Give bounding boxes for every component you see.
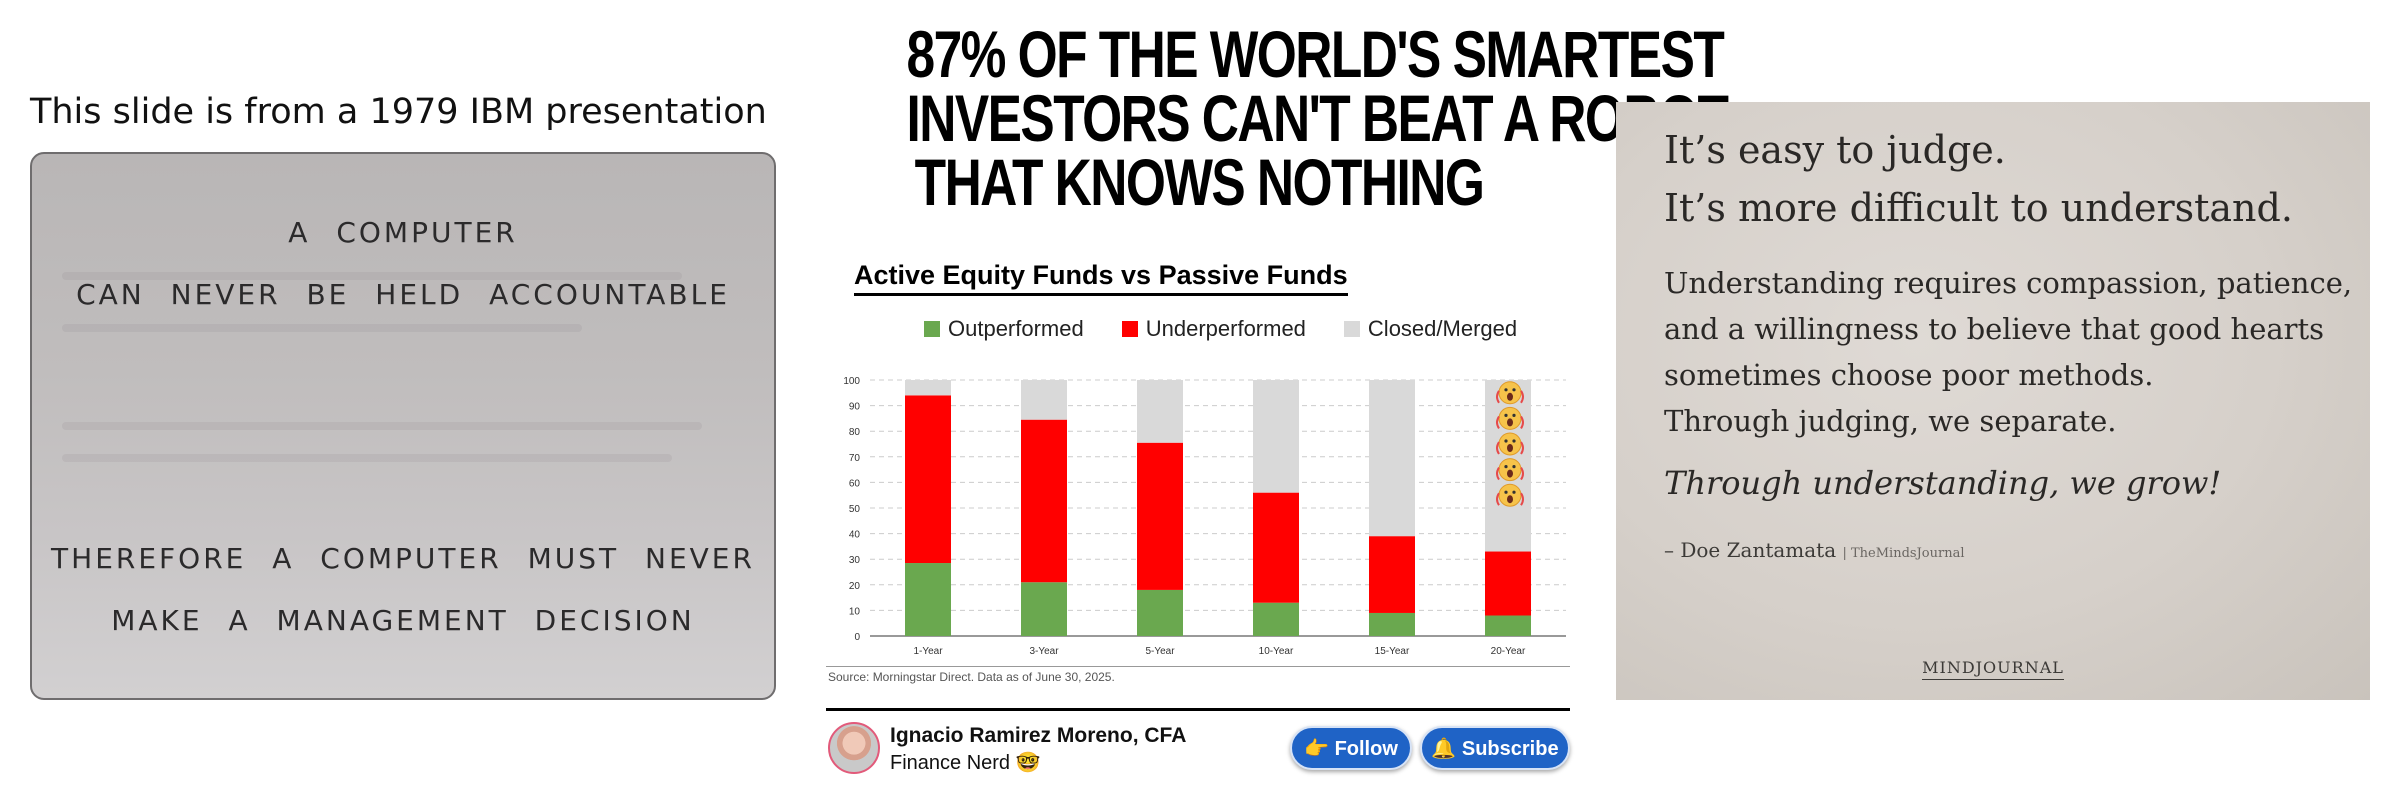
quote-panel: It’s easy to judge. It’s more difficult … [1616, 102, 2370, 700]
bar-segment-closed-merged [1253, 380, 1299, 493]
screaming-face-eye [1512, 490, 1516, 494]
brand-logo: MINDJOURNAL [1616, 658, 2370, 680]
subscribe-button[interactable]: 🔔 Subscribe [1420, 726, 1570, 770]
screaming-face-mouth [1507, 392, 1513, 401]
screaming-face-eye [1512, 465, 1516, 469]
stacked-bar-chart: 0 10 20 30 40 50 60 70 80 90 100 1-Year 3-Year 5-Year… [843, 376, 1566, 657]
bar-segment-outperformed [1253, 602, 1299, 636]
legend-label-underperformed: Underperformed [1145, 316, 1306, 341]
author-name[interactable]: Ignacio Ramirez Moreno, CFA [890, 724, 1186, 748]
screaming-face-mouth [1507, 418, 1513, 427]
bar-segment-outperformed [1485, 615, 1531, 636]
screaming-face-mouth [1507, 495, 1513, 504]
screaming-face-eye [1512, 388, 1516, 392]
screaming-face-eye [1504, 490, 1508, 494]
legend-item-outperformed: Outperformed [924, 316, 1084, 342]
legend-swatch-underperformed [1121, 321, 1138, 337]
bar-segment-underperformed [1137, 442, 1183, 590]
bar-segment-outperformed [905, 563, 951, 636]
brand-text: MINDJOURNAL [1922, 658, 2064, 680]
bar-segment-closed-merged [1021, 380, 1067, 420]
legend-swatch-outperformed [924, 321, 940, 337]
y-tick-label: 90 [849, 402, 861, 413]
x-tick-label: 15-Year [1375, 646, 1410, 657]
legend-label-outperformed: Outperformed [948, 316, 1084, 341]
faded-text-line [62, 324, 582, 332]
quote-source: | TheMindsJournal [1842, 546, 1965, 561]
bar-segment-outperformed [1369, 612, 1415, 636]
screaming-face-eye [1512, 439, 1516, 443]
finance-post-panel: 87% OF THE WORLD'S SMARTEST INVESTORS CA… [824, 0, 1729, 800]
x-tick-label: 3-Year [1029, 646, 1059, 657]
y-tick-label: 100 [843, 376, 860, 387]
author-divider [826, 708, 1570, 711]
y-tick-label: 0 [854, 632, 860, 643]
slide-line-2: CAN NEVER BE HELD ACCOUNTABLE [76, 278, 730, 311]
screaming-face-eye [1504, 413, 1508, 417]
slide-line-1: A COMPUTER [288, 216, 518, 249]
follow-button[interactable]: 👉 Follow [1290, 726, 1412, 770]
y-tick-label: 60 [849, 478, 861, 489]
chart-legend: Outperformed Underperformed Closed/Merge… [924, 316, 1517, 342]
y-tick-label: 50 [849, 504, 861, 515]
x-tick-label: 20-Year [1491, 646, 1526, 657]
source-note: Source: Morningstar Direct. Data as of J… [828, 670, 1115, 684]
quote-body-3: sometimes choose poor methods. [1664, 358, 2154, 392]
x-tick-label: 10-Year [1259, 646, 1294, 657]
chart-title: Active Equity Funds vs Passive Funds [854, 260, 1348, 296]
bar-segment-outperformed [1021, 582, 1067, 636]
headline-line-3: THAT KNOWS NOTHING [914, 145, 1485, 219]
slide-line-4: MAKE A MANAGEMENT DECISION [111, 604, 695, 637]
y-tick-label: 10 [849, 606, 861, 617]
faded-text-line [62, 454, 672, 462]
screaming-face-eye [1504, 465, 1508, 469]
legend-label-closed: Closed/Merged [1367, 316, 1518, 341]
faded-text-line [62, 422, 702, 430]
bar-segment-underperformed [1485, 551, 1531, 616]
ibm-slide: A COMPUTER CAN NEVER BE HELD ACCOUNTABLE… [30, 152, 776, 700]
y-tick-label: 40 [849, 530, 861, 541]
quote-attribution: – Doe Zantamata | TheMindsJournal [1664, 538, 1965, 562]
author-bio: Finance Nerd 🤓 [890, 752, 1041, 774]
bar-segment-closed-merged [1137, 380, 1183, 443]
headline-line-2: INVESTORS CAN'T BEAT A ROBOT [906, 81, 1729, 155]
screaming-face-mouth [1507, 469, 1513, 478]
ibm-slide-panel: This slide is from a 1979 IBM presentati… [30, 92, 778, 702]
slide-line-3: THEREFORE A COMPUTER MUST NEVER [51, 542, 755, 575]
bar-segment-closed-merged [1369, 380, 1415, 537]
x-tick-label: 1-Year [913, 646, 943, 657]
quote-heading-2: It’s more difficult to understand. [1664, 186, 2293, 230]
legend-swatch-closed [1343, 321, 1360, 337]
bar-segment-underperformed [1021, 419, 1067, 583]
legend-item-closed: Closed/Merged [1343, 316, 1518, 342]
quote-body-4: Through judging, we separate. [1664, 404, 2117, 438]
bar-segment-closed-merged [905, 380, 951, 396]
y-tick-label: 30 [849, 555, 861, 566]
slide-caption: This slide is from a 1979 IBM presentati… [30, 92, 767, 132]
quote-body-1: Understanding requires compassion, patie… [1664, 266, 2353, 300]
bar-segment-underperformed [1253, 492, 1299, 603]
bar-segment-underperformed [905, 395, 951, 564]
quote-emphasis: Through understanding, we grow! [1664, 464, 2222, 502]
headline-line-1: 87% OF THE WORLD'S SMARTEST [906, 17, 1725, 91]
y-tick-label: 20 [849, 581, 861, 592]
legend-item-underperformed: Underperformed [1121, 316, 1306, 342]
source-divider [826, 666, 1570, 667]
screaming-face-eye [1512, 413, 1516, 417]
bar-segment-outperformed [1137, 589, 1183, 636]
y-tick-label: 80 [849, 427, 861, 438]
quote-body-2: and a willingness to believe that good h… [1664, 312, 2325, 346]
screaming-face-eye [1504, 388, 1508, 392]
bar-segment-underperformed [1369, 536, 1415, 613]
x-tick-label: 5-Year [1145, 646, 1175, 657]
screaming-face-mouth [1507, 444, 1513, 452]
post-headline: 87% OF THE WORLD'S SMARTEST INVESTORS CA… [906, 17, 1729, 219]
avatar[interactable] [828, 722, 880, 774]
quote-heading-1: It’s easy to judge. [1664, 128, 2006, 172]
y-tick-label: 70 [849, 453, 861, 464]
screaming-face-eye [1504, 439, 1508, 443]
quote-author: – Doe Zantamata [1664, 538, 1837, 562]
